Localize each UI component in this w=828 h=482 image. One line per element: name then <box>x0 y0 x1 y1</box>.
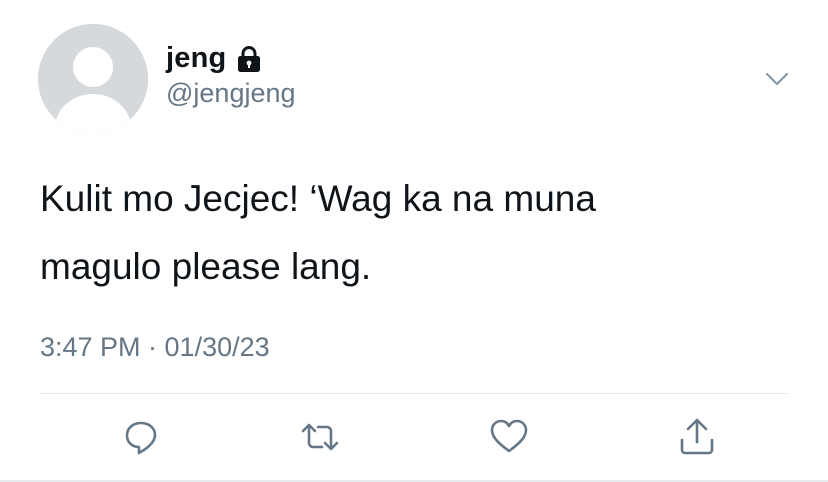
tweet-text-line: magulo please lang. <box>40 246 372 287</box>
divider <box>40 393 788 394</box>
heart-icon <box>490 419 528 453</box>
default-avatar-icon <box>38 24 148 134</box>
reply-icon <box>125 421 157 455</box>
share-icon <box>680 418 714 455</box>
retweet-icon <box>301 423 339 451</box>
tweet-text-line: Kulit mo Jecjec! ‘Wag ka na muna <box>40 178 596 219</box>
user-header: jeng @jengjeng <box>166 38 296 109</box>
like-button[interactable] <box>488 416 530 458</box>
display-name[interactable]: jeng <box>166 42 226 75</box>
share-button[interactable] <box>676 416 718 458</box>
chevron-down-icon[interactable] <box>758 60 796 98</box>
reply-button[interactable] <box>120 416 162 458</box>
avatar[interactable] <box>38 24 148 134</box>
display-name-row: jeng <box>166 38 296 78</box>
lock-icon <box>234 44 264 74</box>
tweet-text: Kulit mo Jecjec! ‘Wag ka na muna magulo … <box>40 165 800 301</box>
retweet-button[interactable] <box>299 416 341 458</box>
user-handle[interactable]: @jengjeng <box>166 78 296 109</box>
tweet-timestamp[interactable]: 3:47 PM · 01/30/23 <box>40 332 270 363</box>
